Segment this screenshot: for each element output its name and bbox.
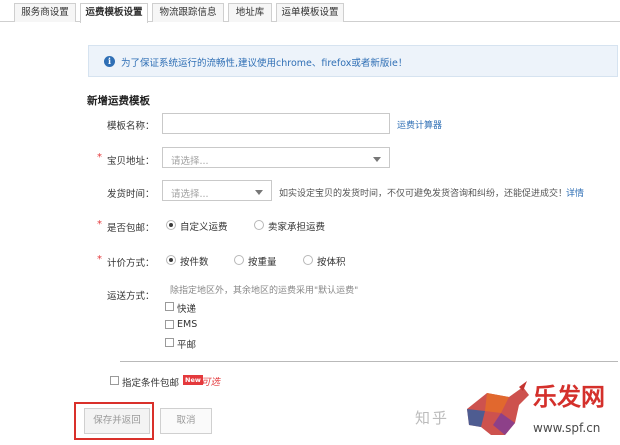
ship-time-select[interactable]: 请选择... (162, 180, 272, 201)
by-volume-label: 按体积 (317, 257, 346, 268)
tab-freight-template[interactable]: 运费模板设置 (80, 3, 148, 23)
new-badge: New (183, 375, 203, 385)
ems-label: EMS (177, 319, 198, 330)
section-title: 新增运费模板 (87, 95, 150, 107)
browser-notice: i 为了保证系统运行的流畅性,建议使用chrome、firefox或者新版ie！ (88, 45, 618, 77)
radio-seller-pays[interactable] (254, 220, 264, 230)
bull-logo-icon (467, 381, 529, 435)
checkbox-conditional-free[interactable] (110, 376, 119, 385)
checkbox-express[interactable] (165, 302, 174, 311)
origin-placeholder: 请选择... (171, 156, 209, 167)
checkbox-surface-mail[interactable] (165, 338, 174, 347)
conditional-free-label: 指定条件包邮 (122, 378, 180, 389)
by-count-label: 按件数 (180, 257, 209, 268)
save-and-return-button[interactable]: 保存并返回 (84, 408, 150, 434)
origin-label: 宝贝地址： (107, 156, 155, 167)
optional-tag: 可选 (201, 377, 221, 388)
tab-waybill-template[interactable]: 运单模板设置 (276, 3, 344, 22)
tab-logistics-tracking[interactable]: 物流跟踪信息 (152, 3, 224, 22)
origin-select[interactable]: 请选择... (162, 147, 390, 168)
watermark-site-url: www.spf.cn (533, 421, 601, 435)
tab-bar: 服务商设置 运费模板设置 物流跟踪信息 地址库 运单模板设置 (0, 0, 620, 23)
delivery-hint: 除指定地区外，其余地区的运费采用"默认运费" (170, 286, 359, 296)
express-label: 快递 (177, 304, 197, 315)
checkbox-ems[interactable] (165, 320, 174, 329)
required-mark: * (97, 152, 102, 163)
watermark-logo: 知乎 乐发网 www.spf.cn (415, 375, 620, 445)
freight-calculator-link[interactable]: 运费计算器 (397, 118, 442, 131)
pricing-label: 计价方式： (107, 258, 155, 269)
custom-freight-label: 自定义运费 (180, 222, 228, 233)
watermark-site-name: 乐发网 (533, 382, 605, 411)
seller-pays-label: 卖家承担运费 (268, 222, 326, 233)
template-name-input[interactable] (162, 113, 390, 134)
ship-time-placeholder: 请选择... (171, 189, 209, 200)
delivery-label: 运送方式： (107, 291, 155, 302)
free-shipping-label: 是否包邮： (107, 223, 155, 234)
chevron-down-icon (255, 190, 263, 195)
info-icon: i (104, 56, 115, 67)
ship-time-hint: 如实设定宝贝的发货时间，不仅可避免发货咨询和纠纷，还能促进成交！ (279, 189, 568, 199)
tab-service-provider[interactable]: 服务商设置 (14, 3, 76, 22)
ship-time-details-link[interactable]: 详情 (566, 186, 584, 199)
watermark-zhihu-text: 知乎 (415, 409, 450, 427)
required-mark: * (97, 219, 102, 230)
ship-time-label: 发货时间： (107, 189, 155, 200)
cancel-button[interactable]: 取消 (160, 408, 212, 434)
radio-by-weight[interactable] (234, 255, 244, 265)
notice-text: 为了保证系统运行的流畅性,建议使用chrome、firefox或者新版ie！ (121, 58, 408, 69)
radio-by-volume[interactable] (303, 255, 313, 265)
tab-address-book[interactable]: 地址库 (228, 3, 272, 22)
radio-by-count[interactable] (166, 255, 176, 265)
template-name-label: 模板名称： (107, 121, 155, 132)
divider (120, 361, 618, 362)
by-weight-label: 按重量 (248, 257, 277, 268)
surface-mail-label: 平邮 (177, 340, 197, 351)
chevron-down-icon (373, 157, 381, 162)
required-mark: * (97, 254, 102, 265)
radio-custom-freight[interactable] (166, 220, 176, 230)
